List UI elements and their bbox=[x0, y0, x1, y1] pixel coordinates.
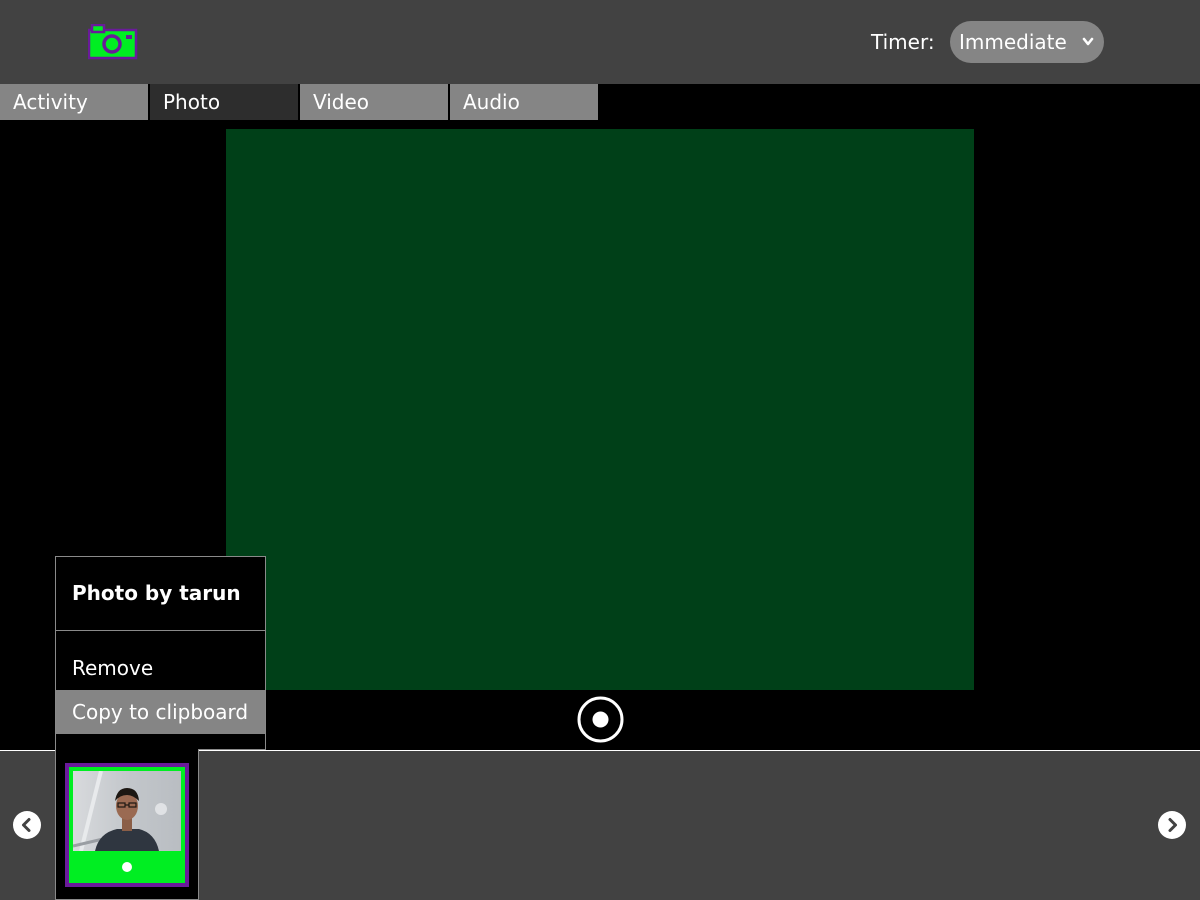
timer-value: Immediate bbox=[959, 30, 1067, 54]
tab-label: Photo bbox=[163, 90, 221, 114]
tab-label: Audio bbox=[463, 90, 520, 114]
chevron-down-icon bbox=[1080, 21, 1096, 63]
remove-menu-item[interactable]: Remove bbox=[56, 646, 265, 690]
tab-audio[interactable]: Audio bbox=[450, 84, 598, 120]
chevron-right-icon[interactable] bbox=[1158, 811, 1186, 839]
menu-item-label: Remove bbox=[72, 656, 154, 680]
shutter-button[interactable] bbox=[577, 696, 624, 743]
top-toolbar: Timer: Immediate bbox=[0, 0, 1200, 84]
thumbnail-image bbox=[72, 770, 181, 852]
copy-to-clipboard-menu-item[interactable]: Copy to clipboard bbox=[56, 690, 265, 734]
palette-title: Photo by tarun bbox=[72, 581, 241, 605]
record-activity-window: Timer: Immediate Activity Photo Video Au… bbox=[0, 0, 1200, 900]
timer-label: Timer: bbox=[871, 30, 935, 54]
tab-label: Video bbox=[313, 90, 370, 114]
photo-thumbnail[interactable] bbox=[65, 763, 189, 887]
tab-video[interactable]: Video bbox=[300, 84, 448, 120]
chevron-left-icon[interactable] bbox=[13, 811, 41, 839]
timer-select[interactable]: Immediate bbox=[950, 21, 1104, 63]
thumbnail-indicator-dot bbox=[122, 862, 132, 872]
tab-bar: Activity Photo Video Audio bbox=[0, 84, 600, 120]
menu-item-label: Copy to clipboard bbox=[72, 700, 249, 724]
photo-palette: Photo by tarun Remove Copy to clipboard bbox=[55, 556, 266, 750]
tab-photo[interactable]: Photo bbox=[150, 84, 298, 120]
camera-icon[interactable] bbox=[87, 23, 138, 60]
camera-preview bbox=[226, 129, 974, 690]
tab-activity[interactable]: Activity bbox=[0, 84, 148, 120]
palette-divider bbox=[56, 630, 265, 631]
thumbnail-frame bbox=[69, 767, 185, 883]
tab-label: Activity bbox=[13, 90, 88, 114]
